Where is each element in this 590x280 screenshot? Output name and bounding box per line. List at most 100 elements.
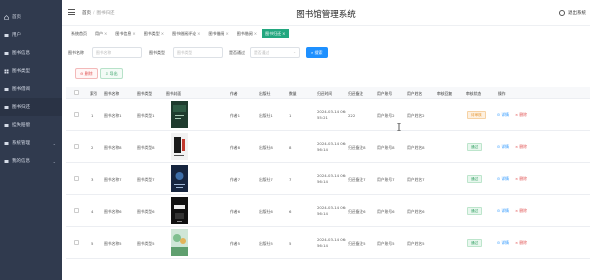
- sidebar-item-label: 用户: [12, 33, 21, 38]
- column-header[interactable]: 数量: [289, 91, 297, 97]
- book-cover-image[interactable]: [171, 101, 188, 128]
- return-remark-cell: 归还备注8: [348, 145, 366, 150]
- detail-label: 详情: [501, 112, 509, 117]
- detail-button[interactable]: ⊙ 详情: [497, 240, 509, 246]
- table-row: 3 图书名称7 图书类型7 作者7 出版社7 7 2024-03-14 06: 5…: [66, 163, 590, 195]
- column-header[interactable]: 图书类型: [137, 91, 152, 97]
- status-badge: 通过: [467, 239, 483, 247]
- close-icon[interactable]: ×: [225, 31, 228, 36]
- select-all-checkbox[interactable]: [74, 90, 79, 95]
- sidebar-item-book-borrow[interactable]: 图书借阅: [0, 80, 62, 98]
- delete-button[interactable]: × 删除: [515, 144, 527, 150]
- sidebar-item-home[interactable]: 首页: [0, 8, 62, 26]
- row-checkbox[interactable]: [74, 176, 79, 181]
- user-name-cell: 用户姓名2: [407, 113, 425, 118]
- book-type-cell: 图书类型8: [137, 145, 155, 150]
- book-type-cell: 图书类型1: [137, 113, 155, 118]
- sidebar-item-label: 首页: [12, 15, 21, 20]
- sidebar-item-label: 我的信息: [12, 159, 30, 164]
- detail-button[interactable]: ⊙ 详情: [497, 144, 509, 150]
- tab-borrow[interactable]: 图书借阅×: [205, 29, 231, 38]
- chevron-down-icon: ⌄: [52, 158, 56, 164]
- review-status-label: 是否通过: [229, 50, 245, 55]
- column-header[interactable]: 审核回复: [437, 91, 452, 97]
- status-badge: 通过: [467, 207, 483, 215]
- sidebar-item-book-type[interactable]: 图书类型: [0, 62, 62, 80]
- tab-users[interactable]: 用户×: [92, 29, 110, 38]
- tab-home[interactable]: 系统首页: [68, 29, 90, 38]
- close-icon[interactable]: ×: [161, 31, 164, 36]
- row-checkbox[interactable]: [74, 144, 79, 149]
- close-icon[interactable]: ×: [282, 31, 285, 36]
- sidebar-item-book-return[interactable]: 图书归还: [0, 98, 62, 116]
- detail-label: 详情: [501, 176, 509, 181]
- tab-book-return[interactable]: 图书归还×: [262, 28, 289, 38]
- return-date: 2024-03-14 06:: [317, 109, 347, 114]
- author-cell: 作者7: [230, 177, 241, 182]
- sidebar-item-system[interactable]: 系统管理 ⌄: [0, 134, 62, 152]
- column-header[interactable]: 审核状态: [466, 91, 481, 97]
- table-row: 5 图书名称5 图书类型5 作者5 出版社5 5 2024-03-14 06: 5…: [66, 227, 590, 259]
- author-cell: 作者6: [230, 209, 241, 214]
- export-button-label: 导出: [109, 71, 118, 76]
- book-cover-image[interactable]: [171, 133, 188, 160]
- close-icon[interactable]: ×: [197, 31, 200, 36]
- row-checkbox[interactable]: [74, 208, 79, 213]
- book-icon: [4, 87, 9, 91]
- return-clock: 56:14: [317, 243, 328, 248]
- publisher-cell: 出版社6: [259, 209, 273, 214]
- author-cell: 作者1: [230, 113, 241, 118]
- book-name-input[interactable]: 图书名称: [92, 47, 142, 58]
- close-icon[interactable]: ×: [132, 31, 135, 36]
- column-header[interactable]: 索引: [90, 91, 98, 97]
- search-button[interactable]: ⌕ 搜索: [306, 47, 328, 58]
- sidebar-item-label: 图书归还: [12, 105, 30, 110]
- close-icon[interactable]: ×: [104, 31, 107, 36]
- sidebar-item-users[interactable]: 用户: [0, 26, 62, 44]
- batch-delete-button[interactable]: ⊖ 删除: [75, 68, 98, 79]
- sidebar-item-loss-compensation[interactable]: 挂失赔偿: [0, 116, 62, 134]
- tab-borrow-2[interactable]: 图书借阅×: [234, 29, 260, 38]
- user-name-cell: 用户姓名8: [407, 145, 425, 150]
- logout-button[interactable]: 退出系统: [559, 10, 586, 16]
- column-header[interactable]: 用户姓名: [407, 91, 422, 97]
- detail-button[interactable]: ⊙ 详情: [497, 112, 509, 118]
- return-clock: 56:14: [317, 147, 328, 152]
- table-row: 2 图书名称8 图书类型8 作者8 出版社8 8 2024-03-14 06: 5…: [66, 131, 590, 163]
- row-checkbox[interactable]: [74, 112, 79, 117]
- review-status-select[interactable]: 是否通过 ⌄: [250, 47, 300, 58]
- return-table: 索引 图书名称 图书类型 图书封面 作者 出版社 数量 归还时间 归还备注 用户…: [66, 87, 590, 259]
- column-header[interactable]: 归还备注: [348, 91, 363, 97]
- tab-book-info[interactable]: 图书信息×: [112, 29, 138, 38]
- column-header[interactable]: 出版社: [259, 91, 270, 97]
- delete-button[interactable]: × 删除: [515, 112, 527, 118]
- sidebar-item-label: 图书类型: [12, 69, 30, 74]
- column-header[interactable]: 图书名称: [104, 91, 119, 97]
- detail-button[interactable]: ⊙ 详情: [497, 208, 509, 214]
- top-header: 首页 / 图书归还 图书馆管理系统 退出系统: [62, 0, 590, 26]
- sidebar-item-my-info[interactable]: 我的信息 ⌄: [0, 152, 62, 170]
- return-remark-cell: 归还备注6: [348, 209, 366, 214]
- book-type-input[interactable]: 图书类型: [173, 47, 223, 58]
- book-cover-image[interactable]: [171, 229, 188, 256]
- sidebar-item-book-info[interactable]: 图书信息: [0, 44, 62, 62]
- book-cover-image[interactable]: [171, 165, 188, 192]
- export-button[interactable]: ⇩ 导出: [100, 68, 123, 79]
- delete-button[interactable]: × 删除: [515, 240, 527, 246]
- delete-button[interactable]: × 删除: [515, 208, 527, 214]
- delete-button[interactable]: × 删除: [515, 176, 527, 182]
- delete-label: 删除: [519, 240, 527, 245]
- close-icon[interactable]: ×: [254, 31, 257, 36]
- column-header[interactable]: 归还时间: [317, 91, 332, 97]
- column-header[interactable]: 图书封面: [166, 91, 181, 97]
- detail-button[interactable]: ⊙ 详情: [497, 176, 509, 182]
- book-type-cell: 图书类型7: [137, 177, 155, 182]
- chevron-down-icon: ⌄: [52, 140, 56, 146]
- column-header[interactable]: 用户账号: [377, 91, 392, 97]
- tab-book-type[interactable]: 图书类型×: [141, 29, 167, 38]
- row-checkbox[interactable]: [74, 240, 79, 245]
- delete-label: 删除: [519, 208, 527, 213]
- column-header[interactable]: 作者: [230, 91, 238, 97]
- tab-borrow-comment[interactable]: 图书借阅评论×: [169, 29, 203, 38]
- book-cover-image[interactable]: [171, 197, 188, 224]
